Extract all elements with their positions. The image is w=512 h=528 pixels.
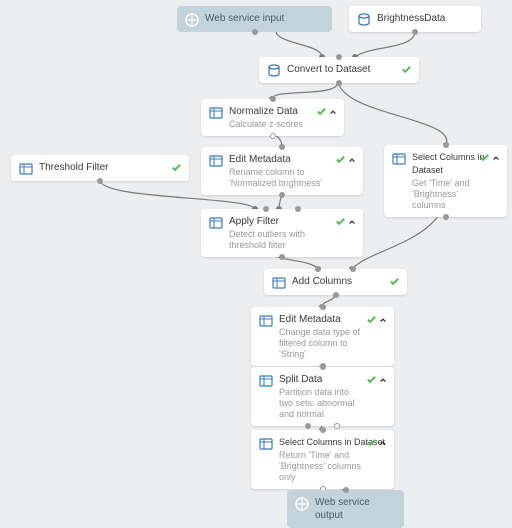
node-subtitle: Get 'Time' and 'Brightness' columns [412, 178, 499, 211]
module-icon [258, 436, 274, 452]
node-subtitle: Calculate z-scores [229, 119, 336, 130]
chevron-up-icon [379, 376, 387, 384]
node-select-columns-get[interactable]: Select Columns in Dataset Get 'Time' and… [384, 145, 507, 217]
node-subtitle: Detect outliers with threshold filter [229, 229, 355, 251]
node-convert-dataset[interactable]: Convert to Dataset [259, 57, 419, 83]
module-icon [391, 151, 407, 167]
chevron-up-icon [492, 154, 500, 162]
node-brightness-data[interactable]: BrightnessData [349, 6, 481, 32]
node-normalize-data[interactable]: Normalize Data Calculate z-scores [201, 99, 344, 136]
module-icon [271, 275, 287, 291]
chevron-up-icon [348, 218, 356, 226]
node-status [335, 154, 356, 165]
module-icon [258, 373, 274, 389]
node-web-service-output[interactable]: Web service output [287, 490, 404, 528]
module-icon [208, 215, 224, 231]
module-icon [258, 313, 274, 329]
module-icon [18, 161, 34, 177]
node-apply-filter[interactable]: Apply Filter Detect outliers with thresh… [201, 209, 363, 257]
node-title: Threshold Filter [39, 161, 181, 174]
node-threshold-filter[interactable]: Threshold Filter [11, 155, 189, 181]
module-icon [208, 105, 224, 121]
node-edit-metadata-type[interactable]: Edit Metadata Change data type of filter… [251, 307, 394, 366]
node-status [171, 162, 182, 173]
node-status [366, 374, 387, 385]
node-edit-metadata-rename[interactable]: Edit Metadata Rename column to 'Normaliz… [201, 147, 363, 195]
web-output-icon [294, 496, 310, 512]
node-status [316, 106, 337, 117]
node-title: Web service output [315, 496, 396, 522]
node-title: Add Columns [292, 275, 399, 288]
convert-icon [266, 63, 282, 79]
dataset-icon [356, 12, 372, 28]
node-select-columns-return[interactable]: Select Columns in Dataset Return 'Time' … [251, 430, 394, 489]
node-title: BrightnessData [377, 12, 473, 25]
node-subtitle: Rename column to 'Normalized brightness' [229, 167, 355, 189]
node-status [479, 152, 500, 163]
chevron-up-icon [379, 439, 387, 447]
node-split-data[interactable]: Split Data Partition data into two sets:… [251, 367, 394, 426]
node-add-columns[interactable]: Add Columns [264, 269, 407, 295]
node-subtitle: Change data type of filtered column to '… [279, 327, 386, 360]
web-input-icon [184, 12, 200, 28]
node-status [335, 216, 356, 227]
node-title: Web service input [205, 12, 324, 25]
chevron-up-icon [379, 316, 387, 324]
node-status [366, 437, 387, 448]
module-icon [208, 153, 224, 169]
chevron-up-icon [348, 156, 356, 164]
node-subtitle: Partition data into two sets: abnormal a… [279, 387, 386, 420]
node-status [401, 64, 412, 75]
node-title: Convert to Dataset [287, 63, 411, 76]
node-subtitle: Return 'Time' and 'Brightness' columns o… [279, 450, 386, 483]
node-status [366, 314, 387, 325]
chevron-up-icon [329, 108, 337, 116]
node-web-service-input[interactable]: Web service input [177, 6, 332, 32]
node-status [389, 276, 400, 287]
